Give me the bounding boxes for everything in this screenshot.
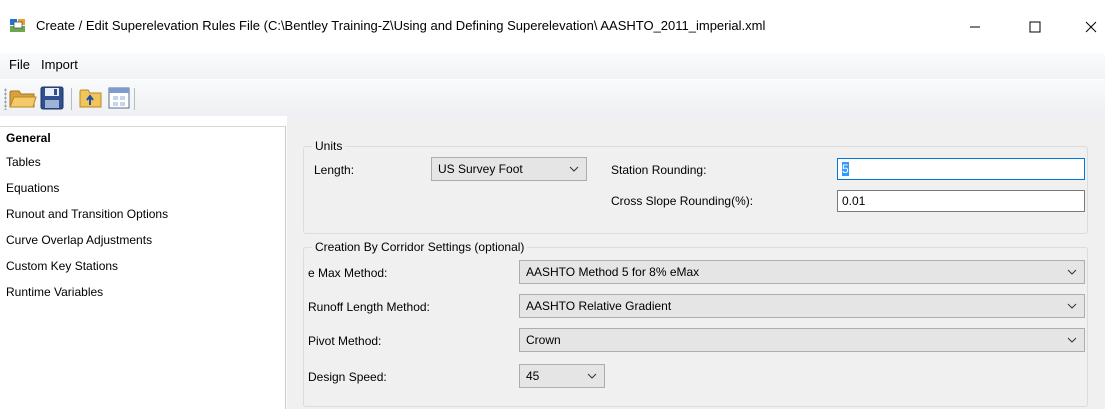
minimize-button[interactable] — [952, 10, 998, 44]
chevron-down-icon — [1067, 303, 1077, 309]
units-group-title: Units — [312, 139, 346, 153]
title-bar: Create / Edit Superelevation Rules File … — [0, 0, 1105, 53]
open-folder-icon[interactable] — [8, 84, 38, 112]
toolbar-separator — [71, 88, 72, 110]
runoff-method-dropdown[interactable]: AASHTO Relative Gradient — [519, 294, 1085, 318]
corridor-group-title: Creation By Corridor Settings (optional) — [312, 240, 528, 254]
import-folder-icon[interactable] — [76, 84, 106, 112]
menu-bar: File Import — [0, 53, 1105, 79]
length-label: Length: — [314, 163, 355, 177]
chevron-down-icon — [1067, 337, 1077, 343]
nav-item-tables[interactable]: Tables — [6, 155, 41, 169]
station-rounding-value: 5 — [842, 162, 849, 176]
cross-slope-value: 0.01 — [842, 194, 866, 208]
length-value: US Survey Foot — [438, 162, 523, 176]
chevron-down-icon — [587, 373, 597, 379]
nav-item-equations[interactable]: Equations — [6, 181, 59, 195]
pivot-label: Pivot Method: — [308, 334, 382, 348]
window-title: Create / Edit Superelevation Rules File … — [36, 18, 766, 33]
design-speed-dropdown[interactable]: 45 — [519, 364, 605, 388]
nav-item-curve-overlap[interactable]: Curve Overlap Adjustments — [6, 233, 152, 247]
station-rounding-label: Station Rounding: — [611, 163, 707, 177]
nav-item-runtime-variables[interactable]: Runtime Variables — [6, 285, 103, 299]
station-rounding-input[interactable]: 5 — [837, 158, 1085, 180]
nav-item-runout[interactable]: Runout and Transition Options — [6, 207, 168, 221]
emax-value: AASHTO Method 5 for 8% eMax — [526, 265, 700, 279]
design-speed-value: 45 — [526, 369, 540, 383]
table-icon[interactable] — [104, 84, 134, 112]
design-speed-label: Design Speed: — [308, 370, 387, 384]
runoff-label: Runoff Length Method: — [308, 300, 430, 314]
emax-method-dropdown[interactable]: AASHTO Method 5 for 8% eMax — [519, 260, 1085, 284]
pivot-value: Crown — [526, 333, 561, 347]
nav-item-custom-key-stations[interactable]: Custom Key Stations — [6, 259, 118, 273]
menu-import[interactable]: Import — [41, 57, 78, 72]
close-button[interactable] — [1068, 10, 1105, 44]
emax-label: e Max Method: — [308, 266, 388, 280]
pivot-method-dropdown[interactable]: Crown — [519, 328, 1085, 352]
menu-file[interactable]: File — [9, 57, 30, 72]
toolbar-grip[interactable] — [4, 88, 7, 110]
toolbar-separator — [134, 88, 135, 110]
chevron-down-icon — [1067, 269, 1077, 275]
nav-item-general[interactable]: General — [6, 131, 51, 145]
save-icon[interactable] — [37, 84, 67, 112]
chevron-down-icon — [569, 166, 579, 172]
toolbar — [0, 80, 1105, 116]
cross-slope-input[interactable]: 0.01 — [837, 190, 1085, 212]
general-settings-panel: Units Length: US Survey Foot Station Rou… — [287, 116, 1105, 409]
app-icon — [10, 19, 26, 33]
runoff-value: AASHTO Relative Gradient — [526, 299, 672, 313]
maximize-button[interactable] — [1012, 10, 1058, 44]
length-dropdown[interactable]: US Survey Foot — [431, 157, 587, 181]
cross-slope-label: Cross Slope Rounding(%): — [611, 194, 754, 208]
navigation-panel: General Tables Equations Runout and Tran… — [0, 126, 286, 409]
